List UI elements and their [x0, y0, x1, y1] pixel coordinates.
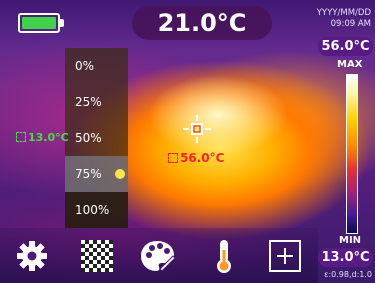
time-text: 09:09 AM: [330, 19, 371, 29]
blend-option-50[interactable]: 50%: [65, 120, 128, 156]
min-label: MIN: [339, 235, 362, 246]
palette-icon: [141, 241, 176, 272]
color-scale-bar: [346, 74, 358, 234]
blend-option-label: 0%: [75, 59, 95, 73]
battery-icon: [18, 13, 60, 33]
center-temperature-readout: 21.0°C: [132, 6, 272, 40]
max-spot-temp: 56.0°C: [180, 151, 225, 165]
max-label: MAX: [337, 59, 363, 70]
max-temperature-badge: 56.0°C: [318, 37, 373, 56]
emissivity-readout: ε:0.98,d:1.0: [324, 270, 372, 279]
gear-icon: [17, 241, 47, 271]
center-crosshair-icon: [183, 115, 211, 143]
datetime: YYYY/MM/DD 09:09 AM: [317, 8, 371, 30]
center-point-button[interactable]: [267, 238, 303, 274]
max-spot-icon: [168, 153, 178, 163]
image-blend-button[interactable]: [79, 238, 115, 274]
min-spot-temp: 13.0°C: [28, 131, 69, 144]
blend-option-0[interactable]: 0%: [65, 48, 128, 84]
date-text: YYYY/MM/DD: [316, 8, 371, 18]
min-spot-marker: 13.0°C: [16, 131, 69, 144]
blend-option-label: 50%: [75, 131, 102, 145]
blend-option-label: 100%: [75, 203, 110, 217]
blend-option-25[interactable]: 25%: [65, 84, 128, 120]
blend-option-100[interactable]: 100%: [65, 192, 128, 228]
min-temperature-badge: 13.0°C: [318, 248, 373, 267]
selected-dot-icon: [115, 169, 125, 179]
blend-option-75[interactable]: 75%: [65, 156, 128, 192]
battery-level: [22, 17, 56, 29]
settings-button[interactable]: [14, 238, 50, 274]
thermometer-icon: [217, 240, 231, 273]
max-spot-marker: 56.0°C: [168, 151, 224, 165]
blend-option-label: 25%: [75, 95, 102, 109]
temperature-unit-button[interactable]: [206, 238, 242, 274]
center-point-icon: [269, 240, 301, 272]
blend-option-label: 75%: [75, 167, 102, 181]
thermal-camera-screen: 21.0°C YYYY/MM/DD 09:09 AM 56.0°C MAX MI…: [0, 0, 375, 283]
blend-menu: 0% 25% 50% 75% 100%: [65, 48, 128, 228]
palette-button[interactable]: [140, 238, 176, 274]
checkerboard-icon: [81, 240, 113, 272]
battery-cap: [60, 19, 64, 27]
min-spot-icon: [16, 132, 26, 142]
